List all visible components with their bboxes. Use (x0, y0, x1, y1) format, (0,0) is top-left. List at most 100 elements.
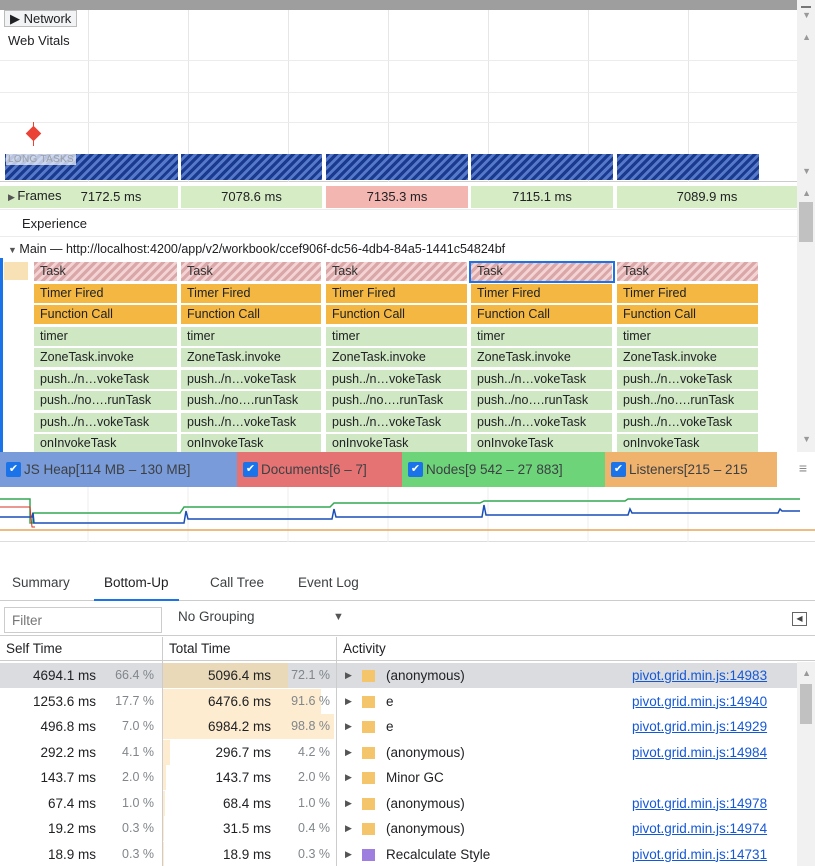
flame-function-call[interactable]: Function Call (34, 305, 178, 324)
flame-zonetask-invoke[interactable]: ZoneTask.invoke (34, 348, 178, 367)
table-scrollbar[interactable]: ▲ (797, 662, 815, 866)
chevron-up-icon[interactable]: ▲ (802, 188, 811, 198)
flame-zonetask-invoke[interactable]: ZoneTask.invoke (617, 348, 759, 367)
table-row[interactable]: 19.2 ms 0.3 % 31.5 ms 0.4 % ▶ (anonymous) pivo… (0, 816, 797, 841)
flame-timer[interactable]: timer (34, 326, 178, 346)
flamechart-scrollbar[interactable]: ▲ ▼ (797, 182, 815, 452)
flame-invoke-task[interactable]: push../n…vokeTask (34, 412, 178, 432)
checkbox-checked-icon[interactable]: ✔ (243, 462, 258, 477)
frame-dropped[interactable]: 7135.3 ms (326, 186, 468, 208)
expand-arrow-icon[interactable]: ▶ (345, 740, 352, 765)
expand-arrow-icon[interactable]: ▶ (345, 842, 352, 866)
memory-counter-toggle[interactable]: ✔ JS Heap[114 MB – 130 MB] (0, 452, 237, 487)
flame-function-call[interactable]: Function Call (326, 305, 468, 324)
triangle-down-icon[interactable]: ▼ (333, 611, 344, 623)
table-row[interactable]: 67.4 ms 1.0 % 68.4 ms 1.0 % ▶ (anonymous) pivo… (0, 790, 797, 816)
tab-call-tree[interactable]: Call Tree (210, 564, 264, 601)
flame-run-task[interactable]: push../no….runTask (34, 391, 178, 410)
scroll-thumb[interactable] (799, 202, 813, 242)
flame-timer-fired[interactable]: Timer Fired (181, 283, 322, 303)
expand-arrow-icon[interactable]: ▶ (345, 663, 352, 688)
table-row[interactable]: 18.9 ms 0.3 % 18.9 ms 0.3 % ▶ Recalculate Sty… (0, 841, 797, 866)
flame-timer[interactable]: timer (617, 326, 759, 346)
tab-summary[interactable]: Summary (12, 564, 70, 601)
flame-timer[interactable]: timer (471, 326, 613, 346)
expand-arrow-icon[interactable]: ▶ (345, 714, 352, 739)
memory-counter-toggle[interactable]: ✔ Listeners[215 – 215 (605, 452, 777, 487)
flame-timer[interactable]: timer (181, 326, 322, 346)
flame-task[interactable]: Task (617, 262, 759, 281)
hamburger-icon[interactable]: ≡ (799, 460, 807, 476)
flame-on-invoke-task[interactable]: onInvokeTask (181, 434, 322, 453)
flame-invoke-task[interactable]: push../n…vokeTask (34, 369, 178, 389)
chevron-down-icon[interactable]: ▼ (802, 10, 811, 20)
flame-invoke-task[interactable]: push../n…vokeTask (181, 369, 322, 389)
flame-invoke-task[interactable]: push../n…vokeTask (326, 369, 468, 389)
expand-arrow-icon[interactable]: ▶ (345, 765, 352, 790)
tab-event-log[interactable]: Event Log (298, 564, 359, 601)
tab-bottom-up[interactable]: Bottom-Up (94, 564, 179, 601)
flame-invoke-task[interactable]: push../n…vokeTask (617, 369, 759, 389)
flame-run-task[interactable]: push../no….runTask (326, 391, 468, 410)
layout-shift-marker-icon[interactable] (25, 125, 42, 142)
scroll-thumb[interactable] (801, 6, 811, 8)
source-link[interactable]: pivot.grid.min.js:14731 (632, 842, 767, 866)
task-stub[interactable] (4, 262, 28, 280)
table-row[interactable]: 1253.6 ms 17.7 % 6476.6 ms 91.6 % ▶ e pivot.gr… (0, 688, 797, 714)
flame-timer-fired[interactable]: Timer Fired (617, 283, 759, 303)
chevron-down-icon[interactable]: ▼ (802, 166, 811, 176)
frame[interactable]: 7115.1 ms (471, 186, 613, 208)
source-link[interactable]: pivot.grid.min.js:14940 (632, 689, 767, 714)
flame-zonetask-invoke[interactable]: ZoneTask.invoke (471, 348, 613, 367)
long-task-bar[interactable] (181, 154, 322, 180)
source-link[interactable]: pivot.grid.min.js:14983 (632, 663, 767, 688)
chevron-up-icon[interactable]: ▲ (802, 668, 811, 678)
flame-on-invoke-task[interactable]: onInvokeTask (471, 434, 613, 453)
checkbox-checked-icon[interactable]: ✔ (408, 462, 423, 477)
table-row[interactable]: 496.8 ms 7.0 % 6984.2 ms 98.8 % ▶ e pivot.grid… (0, 714, 797, 739)
flame-task[interactable]: Task (34, 262, 178, 281)
flame-run-task[interactable]: push../no….runTask (181, 391, 322, 410)
flame-timer-fired[interactable]: Timer Fired (34, 283, 178, 303)
long-task-bar[interactable] (326, 154, 468, 180)
sidebar-toggle-icon[interactable]: ◀ (792, 612, 807, 626)
flame-run-task[interactable]: push../no….runTask (471, 391, 613, 410)
flame-function-call[interactable]: Function Call (181, 305, 322, 324)
flame-invoke-task[interactable]: push../n…vokeTask (326, 412, 468, 432)
network-track-toggle[interactable]: ▶ Network (4, 10, 78, 27)
source-link[interactable]: pivot.grid.min.js:14974 (632, 816, 767, 841)
flame-zonetask-invoke[interactable]: ZoneTask.invoke (326, 348, 468, 367)
flame-invoke-task[interactable]: push../n…vokeTask (471, 369, 613, 389)
flame-timer-fired[interactable]: Timer Fired (471, 283, 613, 303)
flame-timer[interactable]: timer (326, 326, 468, 346)
flame-invoke-task[interactable]: push../n…vokeTask (617, 412, 759, 432)
expand-arrow-icon[interactable]: ▶ (345, 791, 352, 816)
table-row[interactable]: 4694.1 ms 66.4 % 5096.4 ms 72.1 % ▶ (anonymou… (0, 663, 797, 688)
flame-function-call[interactable]: Function Call (617, 305, 759, 324)
frame[interactable]: 7078.6 ms (181, 186, 322, 208)
filter-input[interactable] (4, 607, 162, 633)
table-row[interactable]: 143.7 ms 2.0 % 143.7 ms 2.0 % ▶ Minor GC (0, 765, 797, 790)
long-task-bar[interactable] (471, 154, 613, 180)
expand-arrow-icon[interactable]: ▶ (345, 816, 352, 841)
checkbox-checked-icon[interactable]: ✔ (6, 462, 21, 477)
expand-arrow-icon[interactable]: ▶ (345, 689, 352, 714)
flame-function-call[interactable]: Function Call (471, 305, 613, 324)
source-link[interactable]: pivot.grid.min.js:14978 (632, 791, 767, 816)
column-header-total-time[interactable]: Total Time (163, 637, 336, 661)
flame-zonetask-invoke[interactable]: ZoneTask.invoke (181, 348, 322, 367)
flame-task[interactable]: Task (181, 262, 322, 281)
source-link[interactable]: pivot.grid.min.js:14929 (632, 714, 767, 739)
flame-run-task[interactable]: push../no….runTask (617, 391, 759, 410)
main-thread-title[interactable]: ▼ Main — http://localhost:4200/app/v2/wo… (8, 242, 505, 256)
flame-task[interactable]: Task (326, 262, 468, 281)
column-header-activity[interactable]: Activity (337, 637, 815, 661)
flame-on-invoke-task[interactable]: onInvokeTask (617, 434, 759, 453)
scroll-thumb[interactable] (800, 684, 812, 724)
flame-invoke-task[interactable]: push../n…vokeTask (181, 412, 322, 432)
memory-counter-toggle[interactable]: ✔ Documents[6 – 7] (237, 452, 402, 487)
column-header-self-time[interactable]: Self Time (0, 637, 162, 661)
table-row[interactable]: 292.2 ms 4.1 % 296.7 ms 4.2 % ▶ (anonymous) pi… (0, 739, 797, 765)
flame-on-invoke-task[interactable]: onInvokeTask (326, 434, 468, 453)
long-task-bar[interactable] (617, 154, 759, 180)
